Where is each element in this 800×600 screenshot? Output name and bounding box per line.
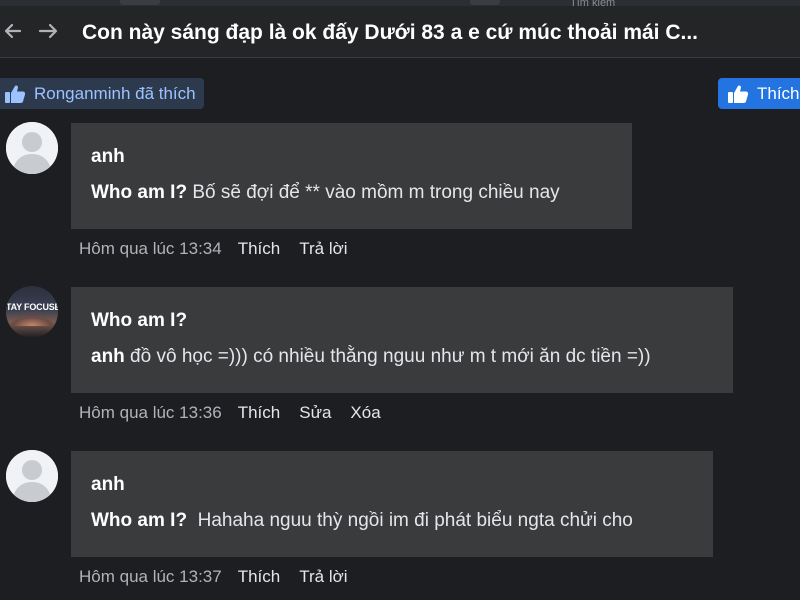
thumbs-up-icon [4, 84, 26, 104]
edit-button[interactable]: Sửa [299, 402, 331, 424]
thumbs-up-icon [727, 84, 749, 104]
comment-text: Who am I? Bố sẽ đợi để ** vào mồm m tron… [91, 181, 612, 205]
comment-bubble: anh Who am I? Bố sẽ đợi để ** vào mồm m … [71, 123, 632, 229]
arrow-left-icon [4, 23, 22, 39]
comment-meta: Hôm qua lúc 13:36 Thích Sửa Xóa [79, 402, 400, 424]
avatar[interactable]: TAY FOCUSE [6, 286, 58, 338]
comment-mention[interactable]: anh [91, 346, 125, 367]
comment-text: anh đồ vô học =))) có nhiều thằng nguu n… [91, 345, 713, 369]
browser-tab[interactable] [470, 0, 500, 5]
like-button[interactable]: Thích [718, 78, 800, 109]
avatar[interactable] [6, 450, 58, 502]
like-comment-button[interactable]: Thích [238, 402, 281, 424]
reply-button[interactable]: Trả lời [299, 238, 347, 260]
comment-bubble: anh Who am I? Hahaha nguu thỳ ngồi im đi… [71, 451, 713, 557]
reply-button[interactable]: Trả lời [299, 566, 347, 588]
browser-tab[interactable] [120, 0, 160, 5]
comment-meta: Hôm qua lúc 13:37 Thích Trả lời [79, 566, 367, 588]
forward-button[interactable] [34, 16, 64, 46]
liked-by-text: Ronganminh đã thích [34, 83, 196, 103]
back-button[interactable] [0, 16, 30, 46]
comment-mention[interactable]: Who am I? [91, 182, 187, 203]
liked-by-badge[interactable]: Ronganminh đã thích [0, 78, 204, 109]
avatar-text: TAY FOCUSE [6, 302, 58, 312]
comment-author[interactable]: anh [91, 473, 693, 497]
comment-author[interactable]: Who am I? [91, 309, 713, 333]
default-profile-icon [6, 122, 58, 174]
comment-body: Hahaha nguu thỳ ngồi im đi phát biểu ngt… [187, 510, 633, 531]
like-button-label: Thích [757, 83, 800, 103]
like-comment-button[interactable]: Thích [238, 238, 281, 260]
comment-author[interactable]: anh [91, 145, 612, 169]
arrow-right-icon [38, 23, 58, 39]
comment-text: Who am I? Hahaha nguu thỳ ngồi im đi phá… [91, 509, 693, 533]
comment-body: Bố sẽ đợi để ** vào mồm m trong chiều na… [187, 182, 560, 203]
comment-timestamp[interactable]: Hôm qua lúc 13:36 [79, 402, 222, 424]
post-header: Con này sáng đạp là ok đấy Dưới 83 a e c… [0, 6, 800, 58]
comment-bubble: Who am I? anh đồ vô học =))) có nhiều th… [71, 287, 733, 393]
default-profile-icon [6, 450, 58, 502]
comment-meta: Hôm qua lúc 13:34 Thích Trả lời [79, 238, 367, 260]
delete-button[interactable]: Xóa [350, 402, 380, 424]
like-comment-button[interactable]: Thích [238, 566, 281, 588]
comment-timestamp[interactable]: Hôm qua lúc 13:34 [79, 238, 222, 260]
post-title: Con này sáng đạp là ok đấy Dưới 83 a e c… [82, 21, 699, 44]
avatar-landscape [10, 316, 54, 326]
comment-body: đồ vô học =))) có nhiều thằng nguu như m… [124, 346, 651, 367]
comment-timestamp[interactable]: Hôm qua lúc 13:37 [79, 566, 222, 588]
comment-mention[interactable]: Who am I? [91, 510, 187, 531]
avatar[interactable] [6, 122, 58, 174]
